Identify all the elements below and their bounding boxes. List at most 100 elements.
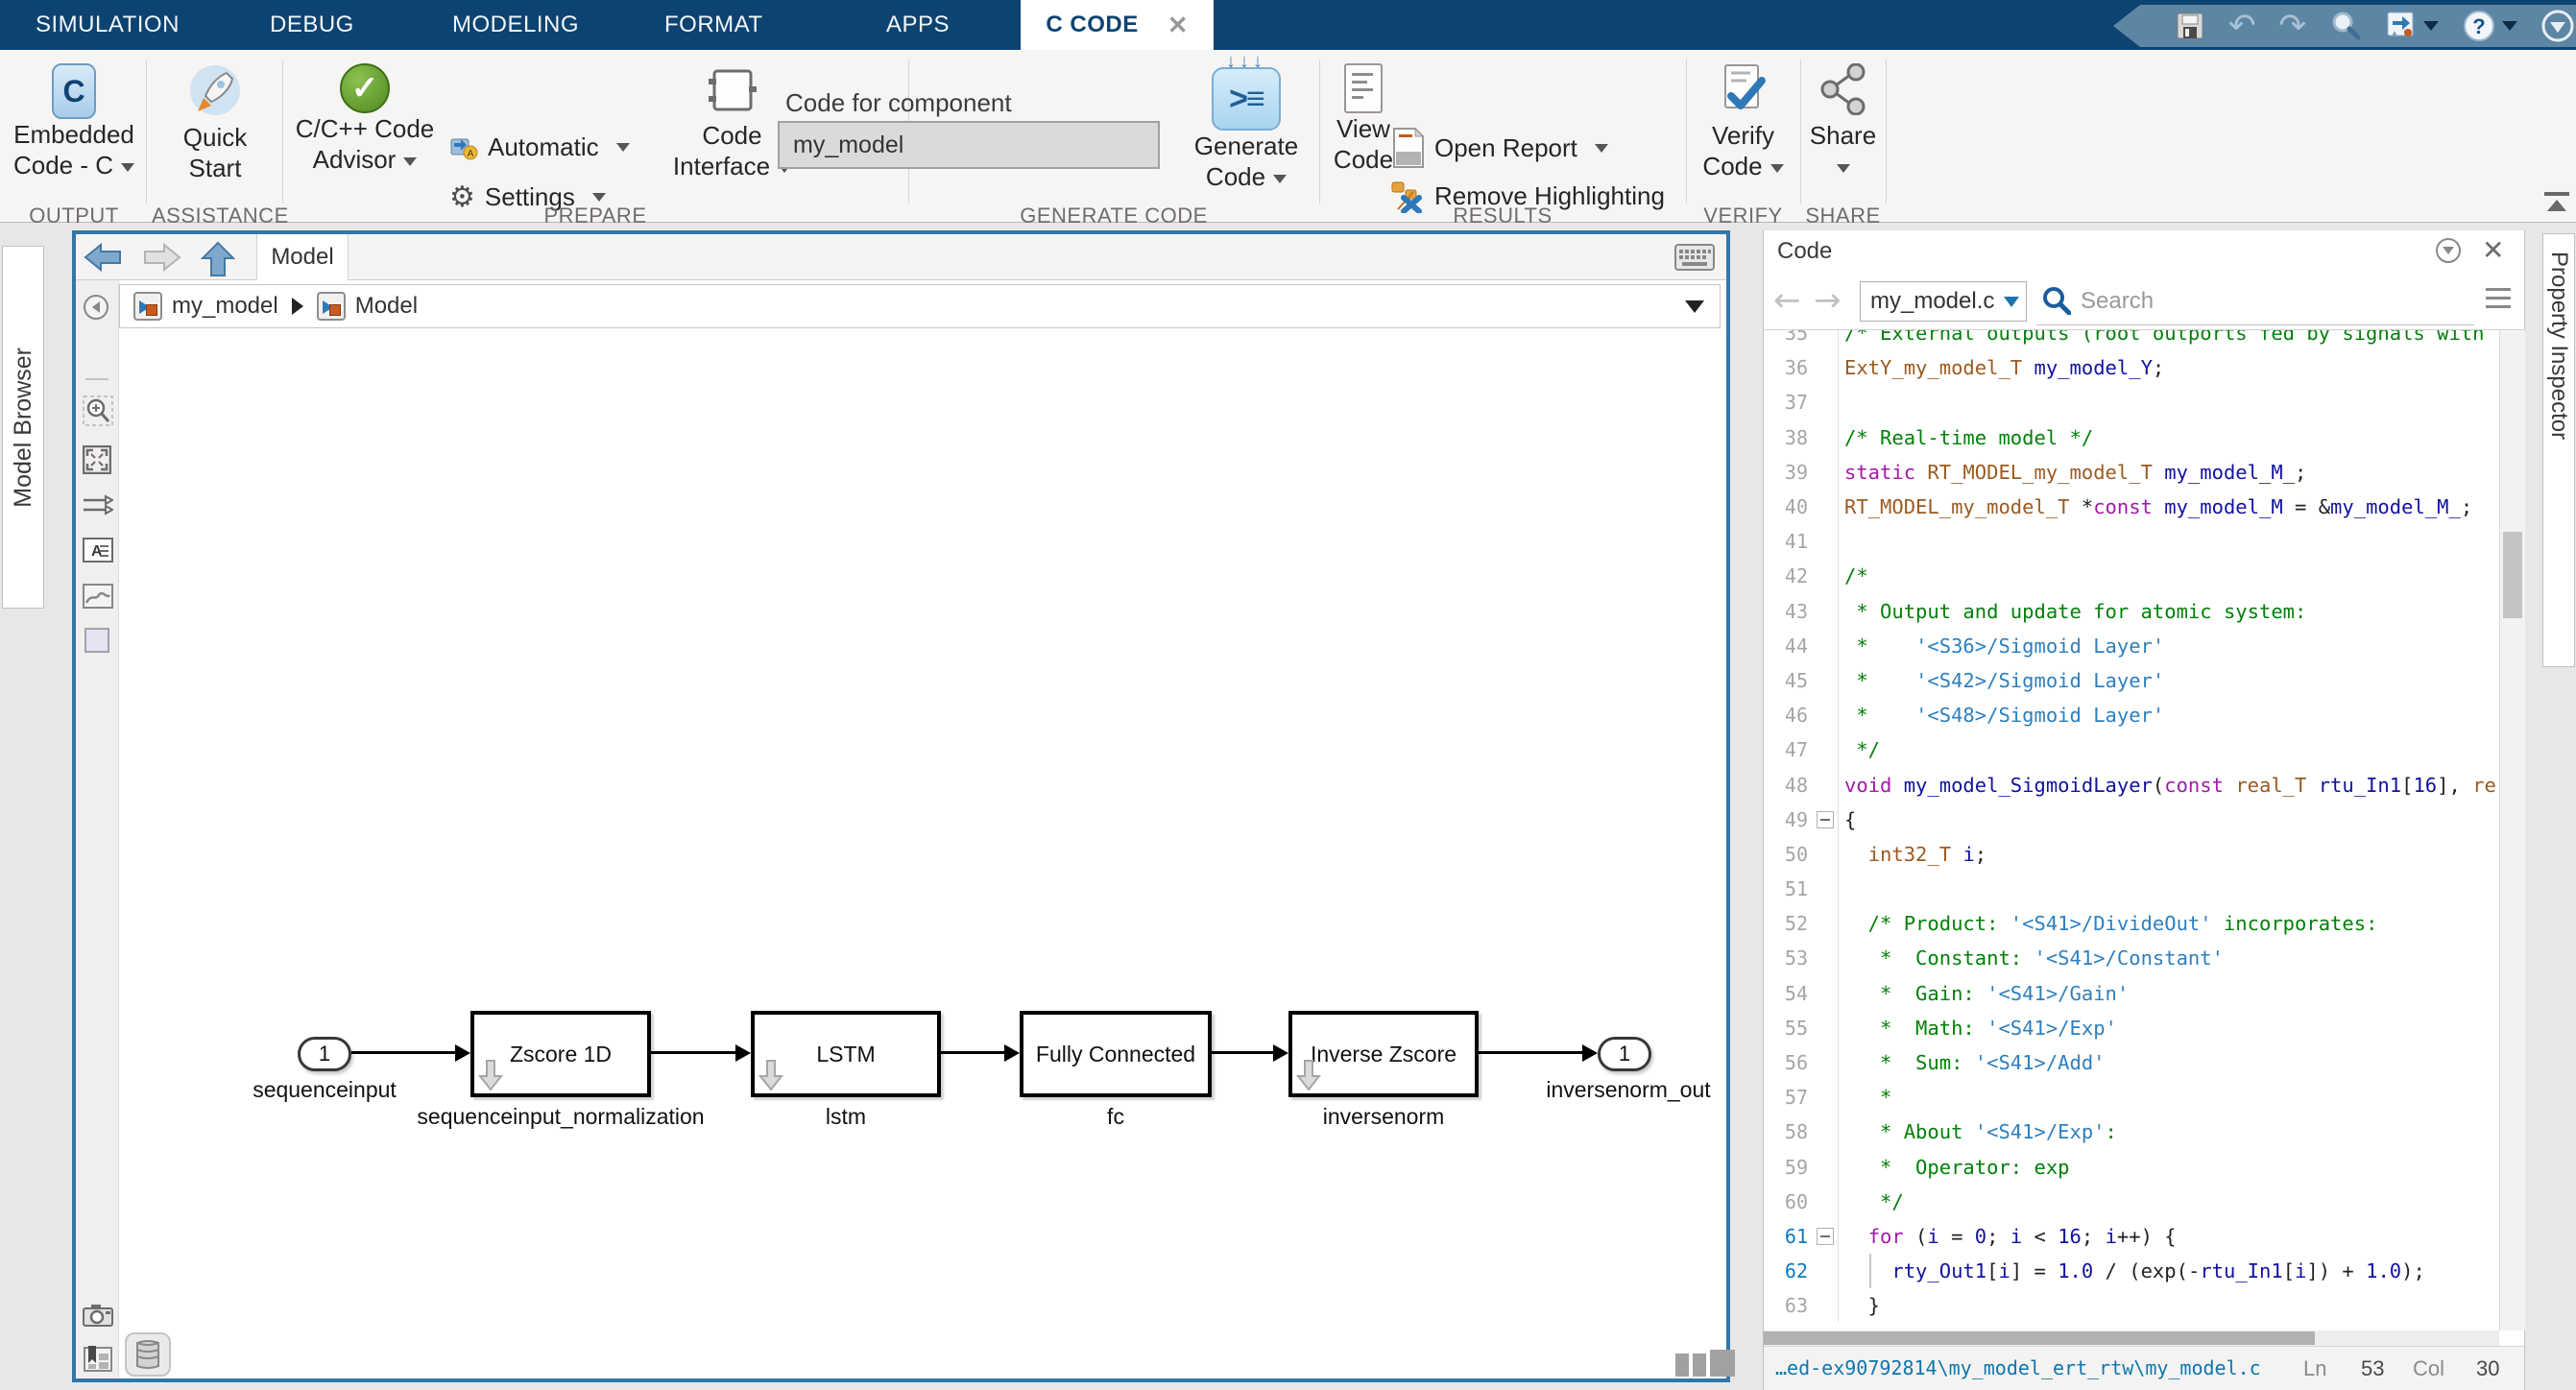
save-icon[interactable] (2175, 11, 2205, 41)
image-icon[interactable] (83, 584, 113, 609)
back-icon[interactable] (84, 241, 122, 274)
code-advisor-button[interactable]: ✓ C/C++ Code Advisor (278, 63, 451, 175)
code-line-58[interactable]: 58 * About '<S41>/Exp': (1764, 1114, 2499, 1149)
breadcrumb-item-my-model[interactable]: my_model (172, 293, 278, 320)
search-icon[interactable] (2329, 10, 2362, 42)
code-line-41[interactable]: 41 (1764, 524, 2499, 559)
resize-grip[interactable] (1675, 1354, 1689, 1377)
canvas-tab-model[interactable]: Model (256, 234, 349, 280)
verify-code-button[interactable]: Verify Code (1690, 63, 1796, 181)
area-icon[interactable] (84, 628, 109, 653)
menubar-tab-apps[interactable]: APPS (886, 0, 950, 50)
code-line-39[interactable]: 39static RT_MODEL_my_model_T my_model_M_… (1764, 455, 2499, 490)
code-line-42[interactable]: 42/* (1764, 559, 2499, 593)
code-line-54[interactable]: 54 * Gain: '<S41>/Gain' (1764, 976, 2499, 1011)
code-line-36[interactable]: 36ExtY_my_model_T my_model_Y; (1764, 350, 2499, 385)
code-line-61[interactable]: 61 for (i = 0; i < 16; i++) { (1764, 1219, 2499, 1254)
code-line-56[interactable]: 56 * Sum: '<S41>/Add' (1764, 1045, 2499, 1080)
fold-toggle-icon[interactable] (1812, 803, 1839, 837)
code-search-icon[interactable] (2042, 286, 2071, 315)
code-line-46[interactable]: 46 * '<S48>/Sigmoid Layer' (1764, 698, 2499, 732)
code-line-62[interactable]: 62 rty_Out1[i] = 1.0 / (exp(-rtu_In1[i])… (1764, 1254, 2499, 1288)
resize-grip[interactable] (1693, 1354, 1706, 1377)
code-horizontal-scrollbar[interactable] (1764, 1330, 2499, 1346)
scrollbar-thumb[interactable] (2503, 532, 2522, 618)
menubar-tab-format[interactable]: FORMAT (664, 0, 763, 50)
code-line-53[interactable]: 53 * Constant: '<S41>/Constant' (1764, 941, 2499, 975)
signal-line[interactable] (1212, 1051, 1275, 1054)
file-path-link[interactable]: …ed-ex90792814\my_model_ert_rtw\my_model… (1775, 1356, 2261, 1379)
code-line-52[interactable]: 52 /* Product: '<S41>/DivideOut' incorpo… (1764, 906, 2499, 941)
code-line-44[interactable]: 44 * '<S36>/Sigmoid Layer' (1764, 629, 2499, 663)
code-line-48[interactable]: 48void my_model_SigmoidLayer(const real_… (1764, 767, 2499, 802)
signal-line[interactable] (1479, 1051, 1584, 1054)
fit-to-view-icon[interactable] (83, 445, 111, 474)
close-tab-icon[interactable]: ✕ (1168, 11, 1189, 40)
code-line-51[interactable]: 51 (1764, 872, 2499, 906)
code-line-50[interactable]: 50 int32_T i; (1764, 837, 2499, 872)
code-line-49[interactable]: 49{ (1764, 803, 2499, 837)
model-browser-tab[interactable]: Model Browser (2, 246, 44, 609)
inport-block[interactable]: 1 (298, 1037, 351, 1071)
signal-line[interactable] (941, 1051, 1006, 1054)
code-line-40[interactable]: 40RT_MODEL_my_model_T *const my_model_M … (1764, 490, 2499, 524)
menubar-tab-simulation[interactable]: SIMULATION (36, 0, 180, 50)
search-input[interactable]: Search (2081, 288, 2154, 315)
minimize-toolstrip-icon[interactable] (2540, 9, 2575, 43)
breadcrumb[interactable]: my_model Model (119, 284, 1721, 328)
code-line-37[interactable]: 37 (1764, 385, 2499, 419)
menubar-tab-modeling[interactable]: MODELING (452, 0, 579, 50)
quick-start-button[interactable]: Quick Start (152, 63, 278, 183)
undo-icon[interactable]: ↶ (2228, 10, 2256, 42)
code-line-35[interactable]: 35/* External outputs (root outports fed… (1764, 330, 2499, 350)
compare-icon[interactable] (2385, 10, 2439, 42)
code-line-43[interactable]: 43 * Output and update for atomic system… (1764, 594, 2499, 629)
scrollbar-thumb[interactable] (1764, 1331, 2315, 1345)
code-editor[interactable]: 35/* External outputs (root outports fed… (1764, 330, 2499, 1330)
code-back-icon[interactable]: ← (1773, 284, 1801, 317)
code-vertical-scrollbar[interactable] (2499, 330, 2525, 1330)
code-line-55[interactable]: 55 * Math: '<S41>/Exp' (1764, 1011, 2499, 1045)
camera-icon[interactable] (83, 1304, 113, 1327)
hide-breadcrumb-icon[interactable] (83, 294, 109, 321)
zoom-region-icon[interactable] (83, 395, 113, 428)
code-line-57[interactable]: 57 * (1764, 1080, 2499, 1114)
compare-dropdown-caret-icon[interactable] (2423, 21, 2439, 31)
viewmarks-icon[interactable] (83, 1346, 113, 1373)
close-panel-icon[interactable]: ✕ (2482, 234, 2504, 266)
generate-code-button[interactable]: ↓↓↓ >≡ Generate Code (1179, 56, 1313, 192)
resize-grip[interactable] (1710, 1350, 1735, 1377)
tab-c-code[interactable]: C CODE ✕ (1021, 0, 1214, 50)
code-menu-icon[interactable] (2486, 288, 2511, 314)
block-fc[interactable]: Fully Connected (1020, 1011, 1212, 1097)
code-line-47[interactable]: 47 */ (1764, 732, 2499, 767)
redo-icon[interactable]: ↷ (2279, 10, 2307, 42)
collapse-palette-icon[interactable]: « (84, 1386, 100, 1390)
code-line-60[interactable]: 60 */ (1764, 1185, 2499, 1219)
collapse-panel-icon[interactable] (2436, 238, 2461, 263)
annotation-icon[interactable]: A (83, 538, 113, 563)
code-line-59[interactable]: 59 * Operator: exp (1764, 1150, 2499, 1185)
forward-icon[interactable] (143, 241, 181, 274)
code-line-45[interactable]: 45 * '<S42>/Sigmoid Layer' (1764, 663, 2499, 698)
file-selector[interactable]: my_model.c (1860, 281, 2027, 322)
keyboard-icon[interactable] (1674, 244, 1715, 271)
fold-toggle-icon[interactable] (1812, 1219, 1839, 1254)
component-input[interactable]: my_model (778, 121, 1160, 169)
breadcrumb-item-model[interactable]: Model (355, 293, 418, 320)
signal-line[interactable] (351, 1051, 457, 1054)
signal-lines-icon[interactable] (83, 493, 113, 516)
outport-block[interactable]: 1 (1598, 1037, 1651, 1071)
property-inspector-tab[interactable]: Property Inspector (2542, 233, 2575, 667)
embedded-code-button[interactable]: C Embedded Code - C (6, 63, 142, 180)
code-line-63[interactable]: 63 } (1764, 1288, 2499, 1323)
code-forward-icon[interactable]: → (1814, 284, 1842, 317)
help-dropdown-caret-icon[interactable] (2502, 21, 2517, 31)
menubar-tab-debug[interactable]: DEBUG (270, 0, 354, 50)
data-browser-button[interactable] (125, 1332, 171, 1377)
view-code-button[interactable]: View Code (1327, 63, 1400, 175)
help-icon[interactable]: ? (2462, 9, 2517, 43)
open-report-button[interactable]: Open Report (1390, 127, 1608, 169)
automatic-selector[interactable]: A Automatic (449, 132, 630, 162)
signal-line[interactable] (651, 1051, 737, 1054)
